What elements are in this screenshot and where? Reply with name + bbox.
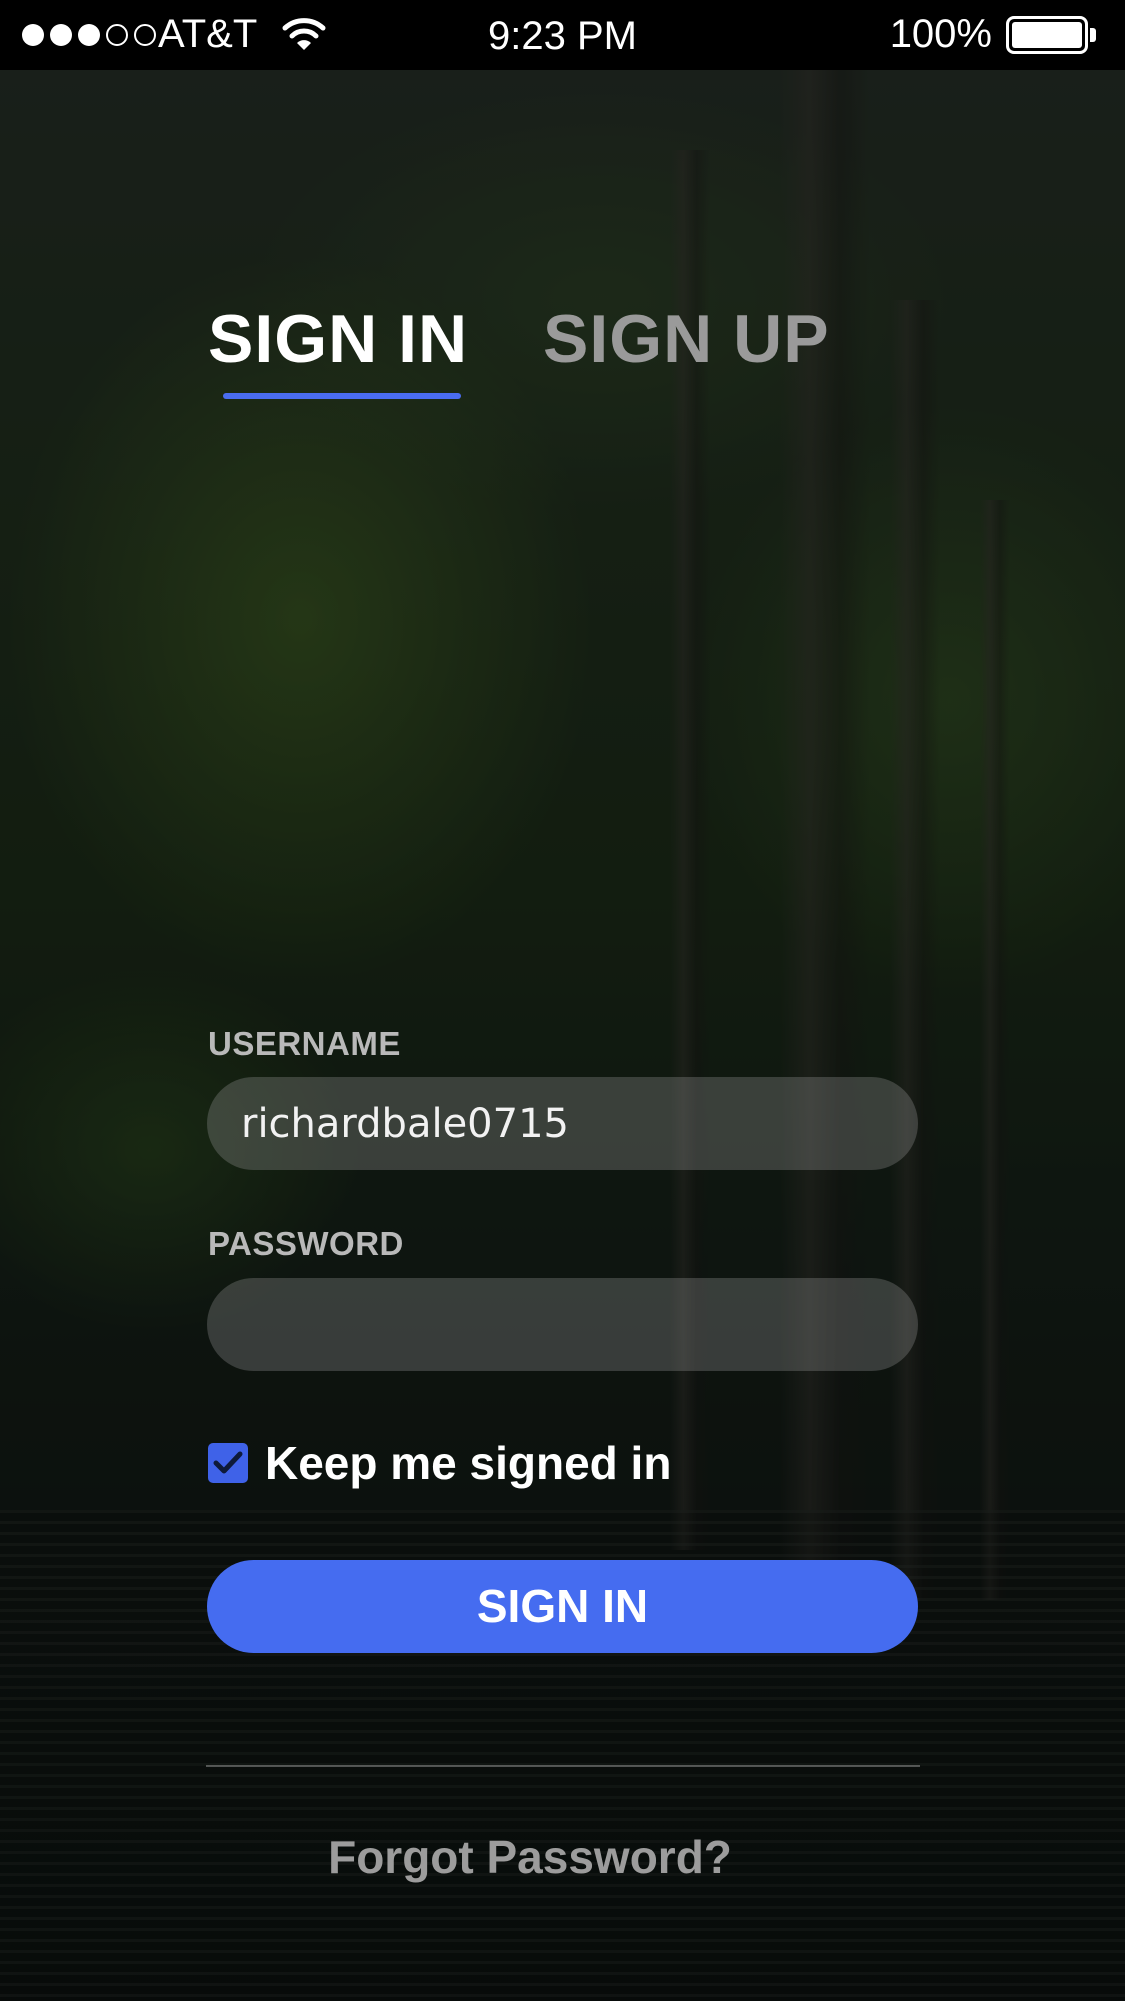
username-input[interactable]	[207, 1077, 918, 1170]
login-screen: AT&T 9:23 PM 100% SIGN IN SIGN UP USERNA…	[0, 0, 1125, 2001]
forgot-password-link[interactable]: Forgot Password?	[0, 1830, 1060, 1884]
keep-signed-in-label[interactable]: Keep me signed in	[265, 1436, 671, 1490]
password-input[interactable]	[207, 1278, 918, 1371]
battery-icon	[1006, 16, 1088, 54]
keep-signed-in-checkbox[interactable]	[208, 1443, 248, 1483]
password-label: PASSWORD	[208, 1225, 404, 1262]
battery-cap	[1090, 28, 1096, 42]
battery-percentage: 100%	[889, 12, 992, 56]
checkmark-icon	[213, 1451, 243, 1474]
sign-in-button[interactable]: SIGN IN	[207, 1560, 918, 1653]
active-tab-indicator	[223, 393, 461, 399]
status-bar: AT&T 9:23 PM 100%	[0, 0, 1125, 70]
tab-sign-up[interactable]: SIGN UP	[543, 300, 830, 378]
tab-sign-in[interactable]: SIGN IN	[208, 300, 468, 378]
username-label: USERNAME	[208, 1025, 401, 1062]
divider	[206, 1765, 920, 1767]
